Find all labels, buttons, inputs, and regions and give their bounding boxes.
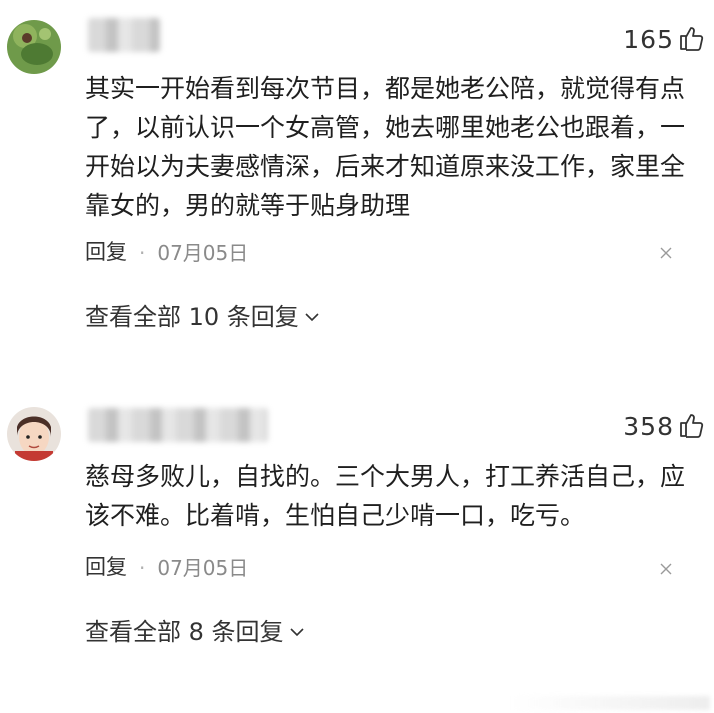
avatar[interactable]	[7, 20, 61, 74]
separator-dot: ·	[139, 240, 146, 265]
view-replies-button[interactable]: 查看全部 8 条回复	[85, 620, 304, 644]
view-replies-label: 查看全部 10 条回复	[85, 303, 299, 331]
like-count: 165	[623, 25, 674, 54]
chevron-down-icon	[305, 313, 319, 322]
close-icon[interactable]	[660, 247, 672, 259]
thumbs-up-icon[interactable]	[678, 412, 704, 438]
thumbs-up-icon[interactable]	[678, 25, 704, 51]
comment-item: 358 慈母多败儿，自找的。三个大男人，打工养活自己，应该不难。比着啃，生怕自己…	[0, 390, 714, 713]
comment-item: 165 其实一开始看到每次节目，都是她老公陪，就觉得有点了，以前认识一个女高管，…	[0, 0, 714, 360]
separator-dot: ·	[139, 555, 146, 580]
view-replies-button[interactable]: 查看全部 10 条回复	[85, 305, 319, 329]
comment-date: 07月05日	[157, 555, 249, 580]
watermark	[510, 696, 710, 710]
comment-text: 其实一开始看到每次节目，都是她老公陪，就觉得有点了，以前认识一个女高管，她去哪里…	[85, 74, 686, 220]
view-replies-label: 查看全部 8 条回复	[85, 618, 284, 646]
comment-text: 慈母多败儿，自找的。三个大男人，打工养活自己，应该不难。比着啃，生怕自己少啃一口…	[85, 462, 686, 530]
username-blurred[interactable]	[88, 408, 268, 442]
comment-meta: 回复 · 07月05日	[85, 242, 248, 263]
reply-button[interactable]: 回复	[85, 557, 127, 578]
close-icon[interactable]	[660, 563, 672, 575]
chevron-down-icon	[289, 628, 304, 637]
avatar[interactable]	[7, 407, 61, 461]
comment-meta: 回复 · 07月05日	[85, 557, 248, 578]
username-blurred[interactable]	[88, 18, 160, 52]
like-count: 358	[623, 412, 674, 441]
comment-date: 07月05日	[157, 240, 249, 265]
reply-button[interactable]: 回复	[85, 242, 127, 263]
